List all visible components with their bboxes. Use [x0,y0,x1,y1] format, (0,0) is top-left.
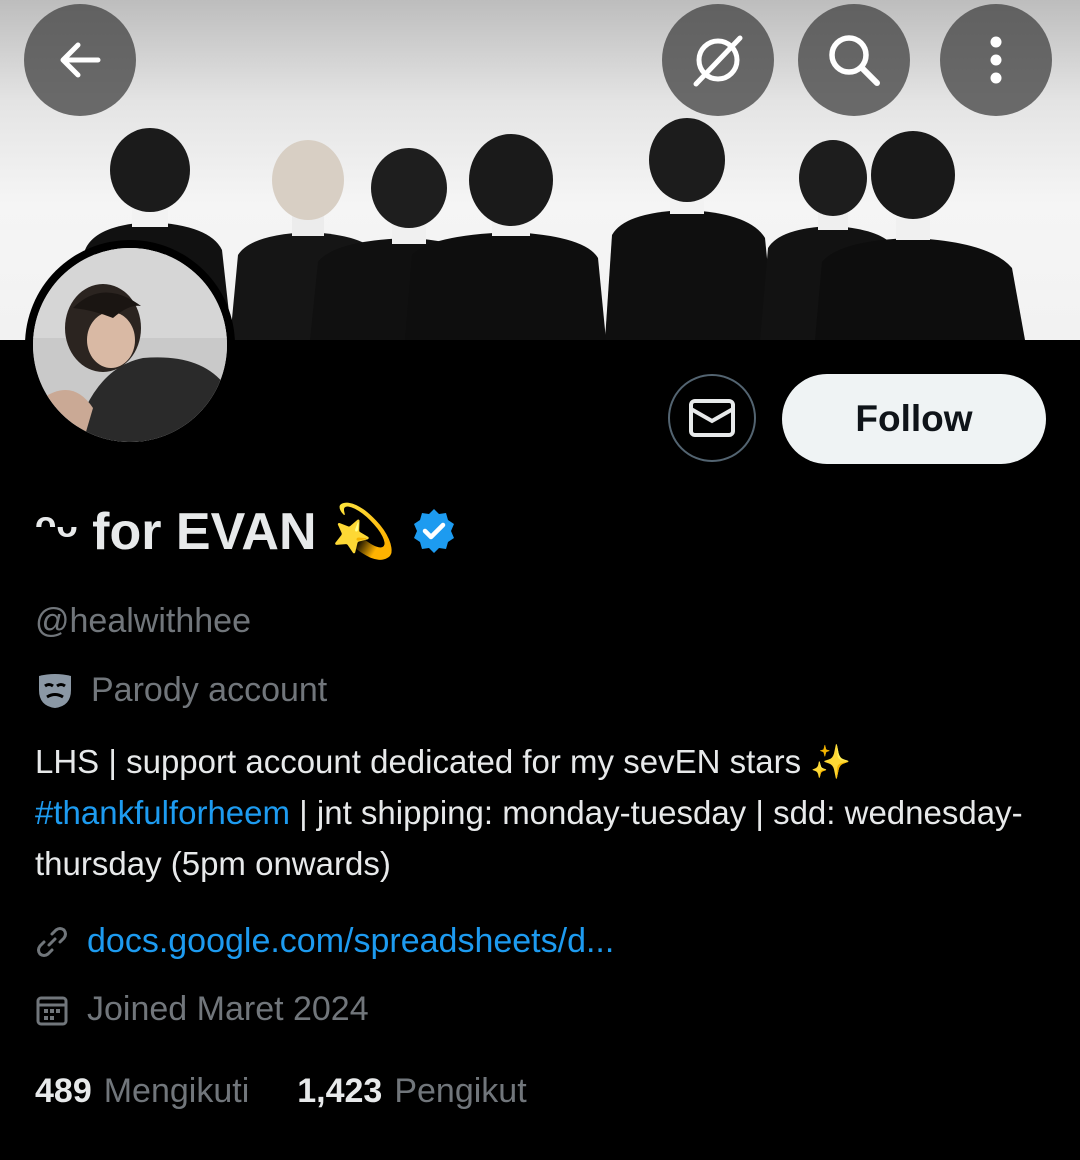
display-name-row: ᵔᵕ for EVAN 💫 [35,495,458,567]
following-count: 489 [35,1072,92,1110]
arrow-left-icon [60,42,101,78]
more-button[interactable] [940,4,1052,116]
bio-text: LHS | support account dedicated for my s… [35,743,852,780]
parody-label: Parody account [91,670,328,709]
following-link[interactable]: 489 Mengikuti [35,1072,249,1111]
website-row: docs.google.com/spreadsheets/d... [35,922,614,961]
follow-button[interactable]: Follow [782,374,1046,464]
calendar-icon [36,996,68,1025]
handle: @healwithhee [35,602,251,640]
envelope-icon [689,399,735,437]
parody-label-row: Parody account [35,670,327,710]
message-button[interactable] [668,374,756,462]
joined-date: Joined Maret 2024 [87,990,369,1028]
followers-link[interactable]: 1,423 Pengikut [297,1072,526,1111]
bio: LHS | support account dedicated for my s… [35,736,1045,889]
avatar-image [33,248,227,442]
grok-icon [693,35,743,87]
grok-button[interactable] [662,4,774,116]
display-name: ᵔᵕ for EVAN 💫 [35,502,396,561]
back-button[interactable] [24,4,136,116]
avatar[interactable] [25,240,235,450]
mask-icon [39,674,71,708]
verified-badge-icon[interactable] [410,507,458,555]
more-vertical-icon [990,36,1002,84]
following-label: Mengikuti [103,1072,250,1110]
followers-label: Pengikut [394,1072,527,1110]
bio-hashtag-link[interactable]: #thankfulforheem [35,794,290,831]
joined-date-row: Joined Maret 2024 [35,990,369,1029]
website-link[interactable]: docs.google.com/spreadsheets/d... [87,922,614,961]
link-icon [37,926,67,957]
search-icon [829,35,880,86]
follow-stats: 489 Mengikuti 1,423 Pengikut [35,1072,575,1111]
search-button[interactable] [798,4,910,116]
followers-count: 1,423 [297,1072,383,1110]
